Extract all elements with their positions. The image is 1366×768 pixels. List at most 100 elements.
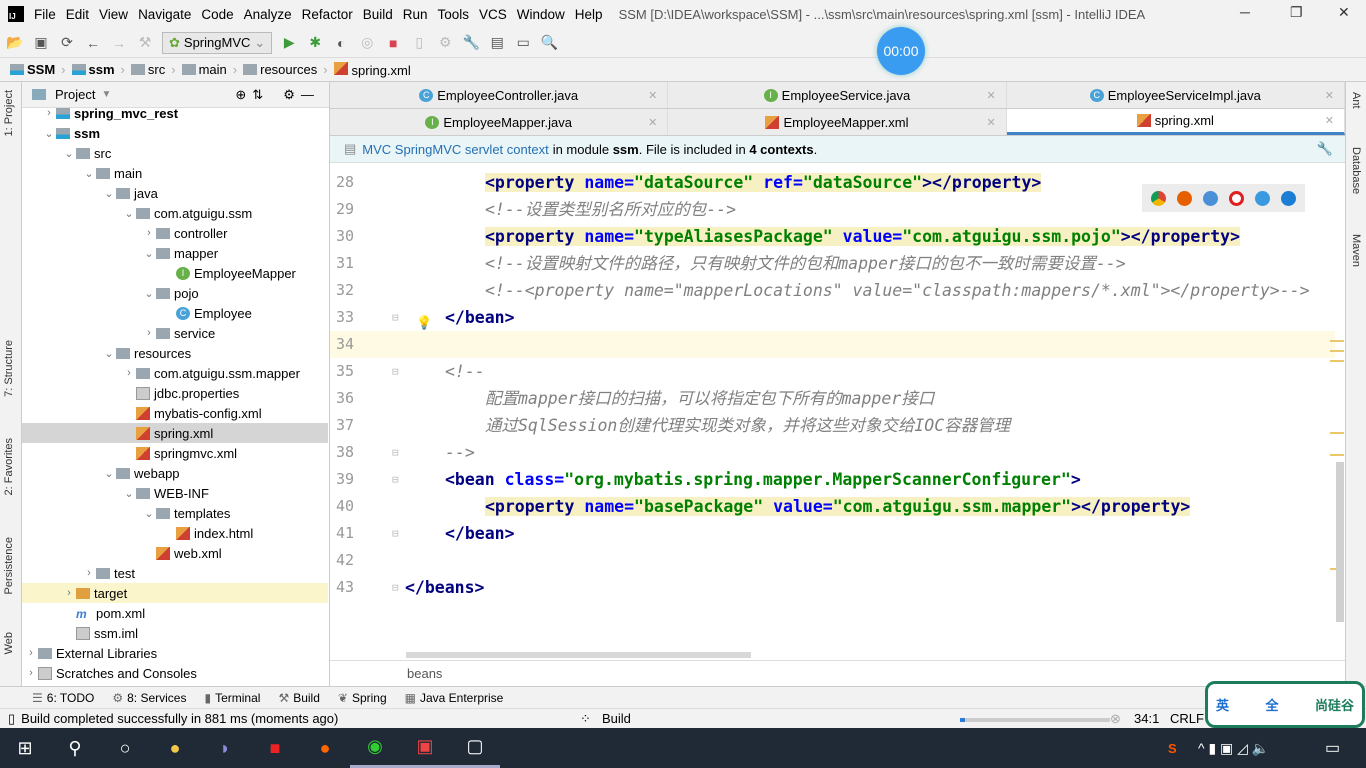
chevron-down-icon[interactable]: ⌄ [42,127,56,140]
lightbulb-icon[interactable]: 💡 [416,315,432,331]
tree-item[interactable]: › target [22,583,328,603]
wrench-icon[interactable]: 🔧 [1317,141,1333,157]
cancel-progress-icon[interactable]: ⊗ [1110,711,1121,727]
tree-item[interactable]: ⌄ resources [22,343,328,363]
intellij-icon[interactable]: ▣ [400,728,450,768]
profile-icon[interactable]: ◎ [358,34,376,52]
chevron-down-icon[interactable]: ⌄ [122,207,136,220]
ime-widget[interactable]: 英 全 尚硅谷 [1205,681,1365,728]
error-stripe-mark[interactable] [1330,340,1344,342]
editor-tab[interactable]: spring.xml ✕ [1006,109,1345,135]
maximize-button[interactable]: ❐ [1290,4,1303,21]
close-tab-icon[interactable]: ✕ [1325,114,1334,127]
project-view-select[interactable]: Project [55,87,95,102]
typora-icon[interactable]: ▢ [450,728,500,768]
code-line[interactable]: 42 [330,547,1335,574]
editor-breadcrumb[interactable]: beans [330,660,1345,686]
notification-icon[interactable]: ▭ [1325,738,1340,758]
tree-item[interactable]: ⌄ ssm [22,123,328,143]
context-link[interactable]: MVC SpringMVC servlet context [362,142,548,157]
error-stripe-mark[interactable] [1330,350,1344,352]
tree-item[interactable]: ⌄ com.atguigu.ssm [22,203,328,223]
locate-icon[interactable]: ⊕ [235,87,246,103]
tree-item[interactable]: web.xml [22,543,328,563]
firefox-icon[interactable] [1177,190,1193,206]
code-line[interactable]: 34 [330,331,1335,358]
editor-tab[interactable]: I EmployeeService.java ✕ [668,82,1007,108]
chevron-down-icon[interactable]: ⌄ [102,347,116,360]
chrome-icon[interactable] [1151,190,1167,206]
code-line[interactable]: 41 ⊟ </bean> [330,520,1335,547]
tool-tab-favorites[interactable]: 2: Favorites [3,438,15,495]
tool-tab[interactable]: ▦ Java Enterprise [405,691,504,705]
fold-marker-icon[interactable]: ⊟ [392,358,399,385]
chevron-down-icon[interactable]: ⌄ [142,507,156,520]
chevron-right-icon[interactable]: › [82,567,96,579]
tree-item[interactable]: I EmployeeMapper [22,263,328,283]
fold-marker-icon[interactable]: ⊟ [392,304,399,331]
tree-item[interactable]: › com.atguigu.ssm.mapper [22,363,328,383]
fold-marker-icon[interactable]: ⊟ [392,574,399,601]
ime-mode[interactable]: 全 [1265,695,1278,714]
status-message[interactable]: Build completed successfully in 881 ms (… [21,711,338,726]
build-hammer-icon[interactable]: ⚒ [136,34,154,52]
tree-item[interactable]: › spring_mvc_rest [22,103,328,123]
settings-wrench-icon[interactable]: 🔧 [462,34,480,52]
editor-tab[interactable]: EmployeeMapper.xml ✕ [668,109,1007,135]
firefox-icon[interactable]: ● [300,728,350,768]
app-icon[interactable]: ● [150,728,200,768]
tree-item[interactable]: ⌄ mapper [22,243,328,263]
tree-item[interactable]: ssm.iml [22,623,328,643]
stop-icon[interactable]: ■ [384,34,402,52]
tree-item[interactable]: mybatis-config.xml [22,403,328,423]
status-task[interactable]: Build [602,711,631,726]
tree-item[interactable]: ⌄ webapp [22,463,328,483]
tree-item[interactable]: ⌄ WEB-INF [22,483,328,503]
chevron-down-icon[interactable]: ⌄ [122,487,136,500]
chevron-down-icon[interactable]: ⌄ [102,187,116,200]
tray-icons[interactable]: ^ ▮ ▣ ◿ 🔈 [1198,740,1269,757]
breadcrumb-item[interactable]: ssm [71,62,115,77]
chevron-right-icon[interactable]: › [62,587,76,599]
edge-icon[interactable] [1280,190,1296,206]
error-stripe-mark[interactable] [1330,360,1344,362]
code-line[interactable]: 30 <property name="typeAliasesPackage" va… [330,223,1335,250]
error-stripe-mark[interactable] [1330,432,1344,434]
sogou-icon[interactable]: S [1168,741,1177,756]
menu-window[interactable]: Window [517,7,565,22]
close-tab-icon[interactable]: ✕ [986,89,995,102]
tree-item[interactable]: index.html [22,523,328,543]
gear-icon[interactable]: ⚙ [283,87,295,103]
tree-item[interactable]: springmvc.xml [22,443,328,463]
chevron-right-icon[interactable]: › [24,667,38,679]
tree-item[interactable]: m pom.xml [22,603,328,623]
menu-refactor[interactable]: Refactor [302,7,353,22]
fold-marker-icon[interactable]: ⊟ [392,466,399,493]
task-view-icon[interactable]: ○ [100,728,150,768]
code-line[interactable]: 39 ⊟ <bean class="org.mybatis.spring.mappe… [330,466,1335,493]
code-line[interactable]: 33 ⊟ </bean> [330,304,1335,331]
youdao-icon[interactable]: ■ [250,728,300,768]
close-tab-icon[interactable]: ✕ [648,116,657,129]
safari-icon[interactable] [1203,190,1219,206]
code-line[interactable]: 35 ⊟ <!-- [330,358,1335,385]
collapse-all-icon[interactable]: ⇅ [252,87,263,103]
fold-marker-icon[interactable]: ⊟ [392,439,399,466]
run-config-select[interactable]: ✿ SpringMVC ⌄ [162,31,273,54]
back-icon[interactable]: ← [84,34,102,52]
chevron-down-icon[interactable]: ▼ [101,89,111,100]
tree-item[interactable]: › service [22,323,328,343]
menu-analyze[interactable]: Analyze [244,7,292,22]
search-icon[interactable]: ⚲ [50,728,100,768]
tree-item[interactable]: ⌄ pojo [22,283,328,303]
tool-tab-project[interactable]: 1: Project [3,90,15,136]
editor-tab[interactable]: I EmployeeMapper.java ✕ [330,109,669,135]
breadcrumb-item[interactable]: resources [243,62,317,77]
chevron-down-icon[interactable]: ⌄ [102,467,116,480]
tool-tab-persistence[interactable]: Persistence [3,537,15,594]
tree-item[interactable]: › External Libraries [22,643,328,663]
menu-file[interactable]: File [34,7,56,22]
code-line[interactable]: 37 通过SqlSession创建代理实现类对象，并将这些对象交给IOC容器管理 [330,412,1335,439]
menu-vcs[interactable]: VCS [479,7,507,22]
project-structure-icon[interactable]: ▤ [488,34,506,52]
